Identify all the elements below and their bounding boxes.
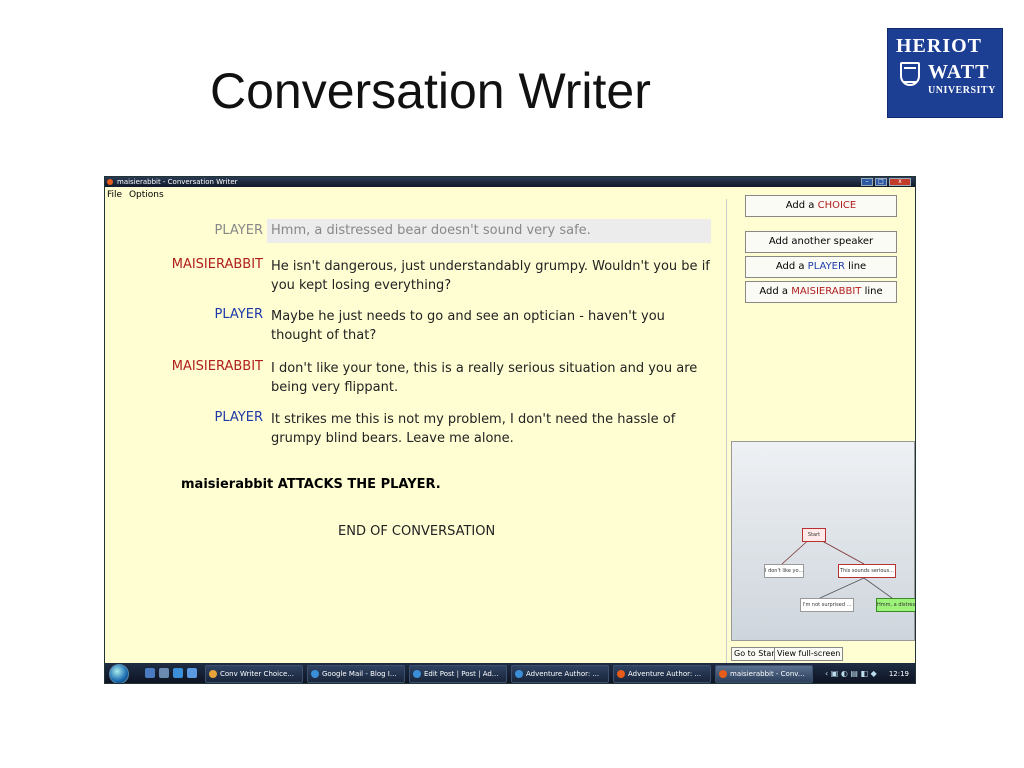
speaker-label: MAISIERABBIT xyxy=(171,359,263,374)
speech-text: Hmm, a distressed bear doesn't sound ver… xyxy=(267,219,711,243)
map-node[interactable]: This sounds serious... xyxy=(838,564,896,578)
task-label: Edit Post | Post | Ad... xyxy=(424,670,499,678)
tray-icons[interactable]: ‹ ▣ ◐ ▤ ◧ ◆ xyxy=(825,670,877,678)
speech-text: Maybe he just needs to go and see an opt… xyxy=(271,309,665,343)
button-label-highlight: MAISIERABBIT xyxy=(791,286,862,297)
logo-line-3: UNIVERSITY xyxy=(928,85,996,96)
add-maisierabbit-line-button[interactable]: Add a MAISIERABBIT line xyxy=(745,281,897,303)
task-label: Adventure Author: ... xyxy=(526,670,600,678)
map-edges xyxy=(781,535,893,599)
add-speaker-button[interactable]: Add another speaker xyxy=(745,231,897,253)
conversation-map[interactable]: Start I don't like yo... This sounds ser… xyxy=(731,441,915,641)
task-label: Adventure Author: ... xyxy=(628,670,702,678)
end-of-conversation: END OF CONVERSATION xyxy=(338,524,496,539)
task-label: maisierabbit - Conv... xyxy=(730,670,805,678)
search-icon[interactable] xyxy=(187,668,197,678)
map-node-selected[interactable]: Hmm, a distress xyxy=(876,598,915,612)
task-button[interactable]: Adventure Author: ... xyxy=(613,665,711,683)
app-window: maisierabbit - Conversation Writer – □ x… xyxy=(104,176,916,684)
task-button[interactable]: Conv Writer Choice... xyxy=(205,665,303,683)
switch-windows-icon[interactable] xyxy=(159,668,169,678)
taskbar: Conv Writer Choice... Google Mail - Blog… xyxy=(105,663,915,683)
map-controls: Go to Start View full-screen xyxy=(729,647,915,663)
show-desktop-icon[interactable] xyxy=(145,668,155,678)
button-label-suffix: line xyxy=(844,261,867,272)
slide: Conversation Writer HERIOT WATT UNIVERSI… xyxy=(0,0,1024,768)
map-node[interactable]: I don't like yo... xyxy=(764,564,804,578)
button-label-suffix: line xyxy=(861,286,883,297)
task-button[interactable]: Adventure Author: ... xyxy=(511,665,609,683)
speaker-label: MAISIERABBIT xyxy=(171,257,263,272)
button-label-highlight: CHOICE xyxy=(817,200,857,211)
clock[interactable]: 12:19 xyxy=(889,670,909,678)
task-button-active[interactable]: maisierabbit - Conv... xyxy=(715,665,813,683)
tools-pane: Add a CHOICE Add another speaker Add a P… xyxy=(729,187,915,663)
map-edge xyxy=(819,577,865,599)
folder-icon xyxy=(209,670,217,678)
button-label: Add a xyxy=(785,200,818,211)
ie-icon xyxy=(413,670,421,678)
task-button[interactable]: Google Mail - Blog I... xyxy=(307,665,405,683)
task-label: Conv Writer Choice... xyxy=(220,670,294,678)
start-button[interactable] xyxy=(109,664,129,683)
heriot-watt-logo: HERIOT WATT UNIVERSITY xyxy=(887,28,1003,118)
speaker-label: PLAYER xyxy=(214,410,263,425)
button-label-highlight: PLAYER xyxy=(807,261,845,272)
maximize-button[interactable]: □ xyxy=(875,178,887,186)
conversation-pane: PLAYER Hmm, a distressed bear doesn't so… xyxy=(105,199,727,663)
task-button[interactable]: Edit Post | Post | Ad... xyxy=(409,665,507,683)
ie-icon xyxy=(515,670,523,678)
logo-line-1: HERIOT xyxy=(896,35,983,57)
window-title: maisierabbit - Conversation Writer xyxy=(117,178,238,186)
crest-icon xyxy=(900,62,920,86)
ie-icon xyxy=(311,670,319,678)
speech-text: I don't like your tone, this is a really… xyxy=(271,361,698,395)
speech-text: He isn't dangerous, just understandably … xyxy=(271,259,710,293)
logo-line-2: WATT xyxy=(928,61,990,83)
button-label: Add a xyxy=(759,286,792,297)
app-icon xyxy=(617,670,625,678)
add-choice-button[interactable]: Add a CHOICE xyxy=(745,195,897,217)
ie-icon[interactable] xyxy=(173,668,183,678)
map-node[interactable]: I'm not surprised ... xyxy=(800,598,854,612)
task-label: Google Mail - Blog I... xyxy=(322,670,397,678)
view-full-screen-button[interactable]: View full-screen xyxy=(774,647,844,661)
system-tray: ‹ ▣ ◐ ▤ ◧ ◆ 12:19 xyxy=(819,665,915,683)
map-node-start[interactable]: Start xyxy=(802,528,826,542)
speech-text: It strikes me this is not my problem, I … xyxy=(271,412,676,446)
speaker-label: PLAYER xyxy=(214,307,263,322)
close-button[interactable]: x xyxy=(889,178,911,186)
button-label: Add another speaker xyxy=(768,236,874,247)
add-player-line-button[interactable]: Add a PLAYER line xyxy=(745,256,897,278)
app-icon xyxy=(719,670,727,678)
app-icon xyxy=(107,179,113,185)
speaker-label: PLAYER xyxy=(214,223,263,238)
map-edge xyxy=(863,577,893,599)
window-controls: – □ x xyxy=(861,178,911,186)
window-titlebar[interactable]: maisierabbit - Conversation Writer – □ x xyxy=(105,177,915,187)
button-label: Add a xyxy=(775,261,808,272)
slide-title: Conversation Writer xyxy=(210,63,651,119)
action-text: maisierabbit ATTACKS THE PLAYER. xyxy=(181,477,441,492)
minimize-button[interactable]: – xyxy=(861,178,873,186)
